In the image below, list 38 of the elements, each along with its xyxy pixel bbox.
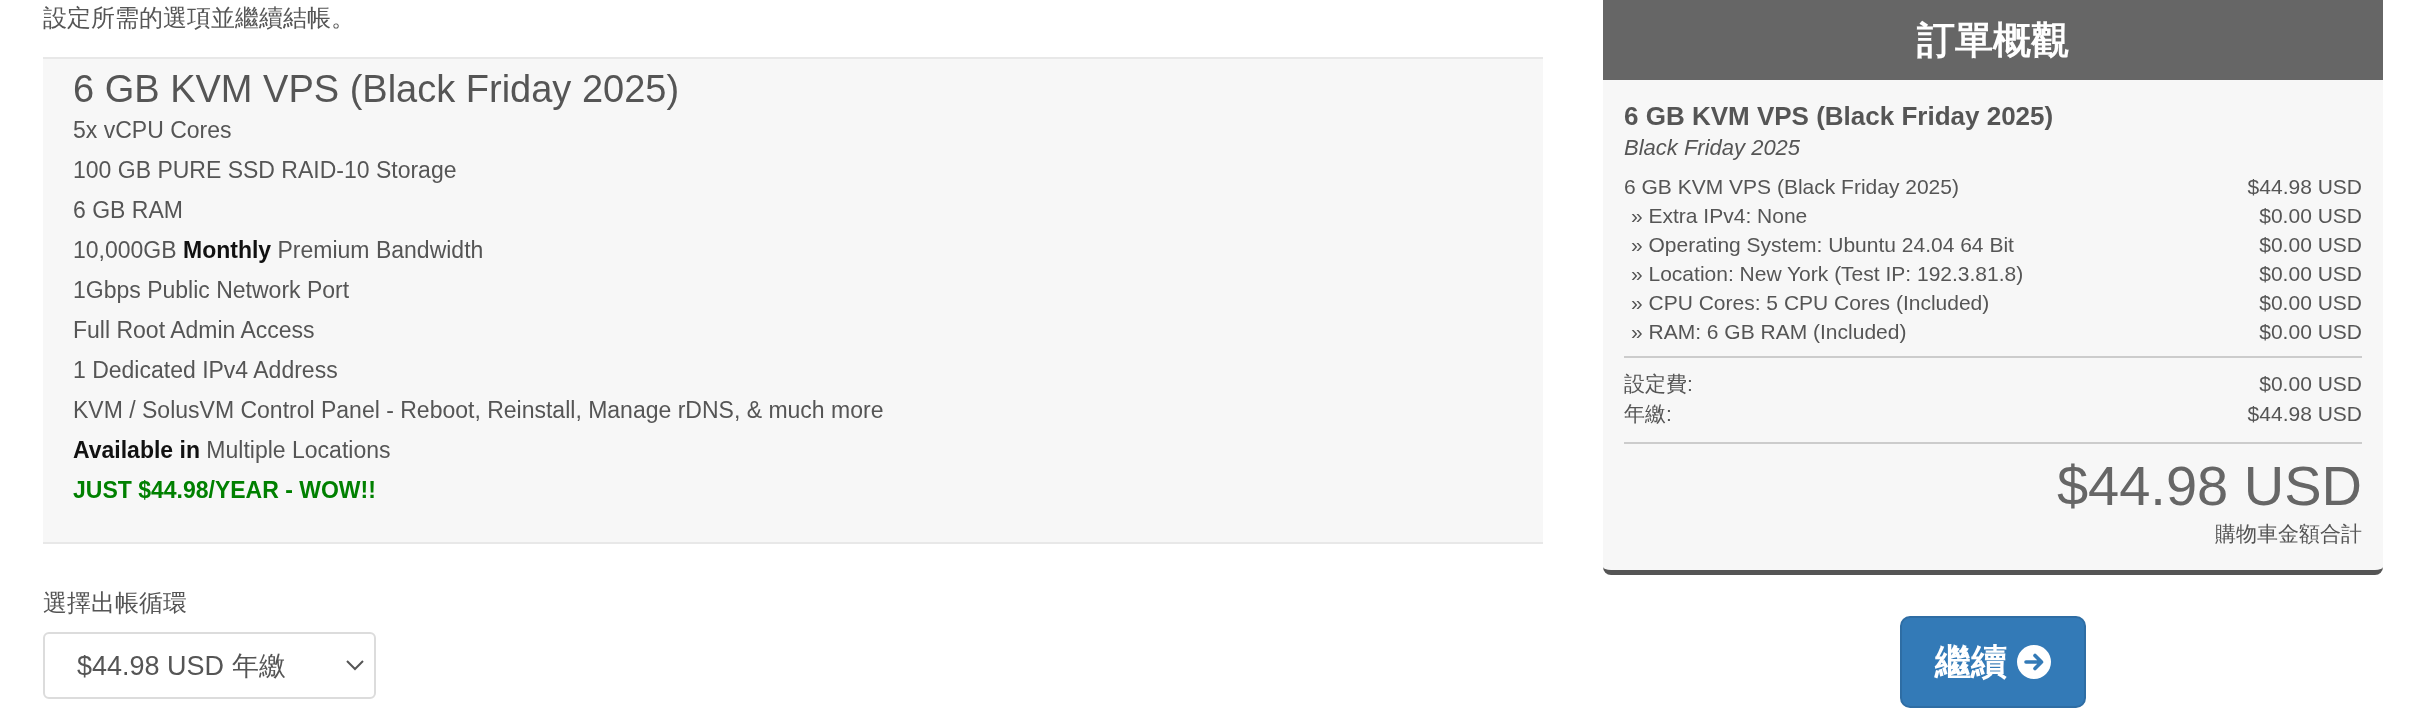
item-price: $0.00 USD [2259, 290, 2362, 315]
promo-text: JUST $44.98/YEAR - WOW!! [73, 476, 377, 505]
item-price: $0.00 USD [2259, 261, 2362, 286]
feature-text: 100 GB PURE SSD RAID-10 Storage [73, 156, 458, 185]
item-label: 6 GB KVM VPS (Black Friday 2025) [1624, 174, 1959, 199]
summary-header: 訂單概觀 [1603, 0, 2383, 80]
summary-product-group: Black Friday 2025 [1624, 132, 2362, 164]
option-label: » Extra IPv4: None [1630, 203, 1808, 228]
feature-text: Available in Multiple Locations [73, 436, 392, 465]
item-price: $44.98 USD [2247, 174, 2362, 199]
option-label: » RAM: 6 GB RAM (Included) [1630, 319, 1907, 344]
arrow-right-circle-icon [2017, 645, 2051, 679]
chevron-down-icon [346, 660, 364, 671]
option-label: » Operating System: Ubuntu 24.04 64 Bit [1630, 232, 2014, 257]
fee-price: $0.00 USD [2259, 372, 2362, 396]
fee-label: 設定費: [1624, 371, 1693, 397]
continue-button[interactable]: 繼續 [1900, 616, 2086, 708]
option-label: » Location: New York (Test IP: 192.3.81.8) [1630, 261, 2024, 286]
billing-cycle-select[interactable]: $44.98 USD 年繳 [43, 632, 376, 699]
summary-product-name: 6 GB KVM VPS (Black Friday 2025) [1624, 100, 2055, 132]
fee-label: 年繳: [1624, 401, 1672, 427]
total-label: 購物車金額合計 [2215, 521, 2362, 547]
item-price: $0.00 USD [2259, 232, 2362, 257]
intro-text: 設定所需的選項並繼續結帳。 [43, 3, 356, 33]
feature-text: 6 GB RAM [73, 196, 184, 225]
total-price: $44.98 USD [2056, 456, 2362, 516]
item-price: $0.00 USD [2259, 319, 2362, 344]
item-price: $0.00 USD [2259, 203, 2362, 228]
feature-text: Full Root Admin Access [73, 316, 316, 345]
feature-text: 1 Dedicated IPv4 Address [73, 356, 339, 385]
feature-text: KVM / SolusVM Control Panel - Reboot, Reinstall, Manage rDNS, & much more [73, 396, 885, 425]
feature-text: 5x vCPU Cores [73, 116, 233, 145]
fee-price: $44.98 USD [2247, 402, 2362, 426]
product-title: 6 GB KVM VPS (Black Friday 2025) [73, 68, 681, 110]
billing-cycle-label: 選擇出帳循環 [43, 588, 188, 618]
option-label: » CPU Cores: 5 CPU Cores (Included) [1630, 290, 1990, 315]
feature-text: 1Gbps Public Network Port [73, 276, 351, 305]
feature-text: 10,000GB Monthly Premium Bandwidth [73, 236, 485, 265]
